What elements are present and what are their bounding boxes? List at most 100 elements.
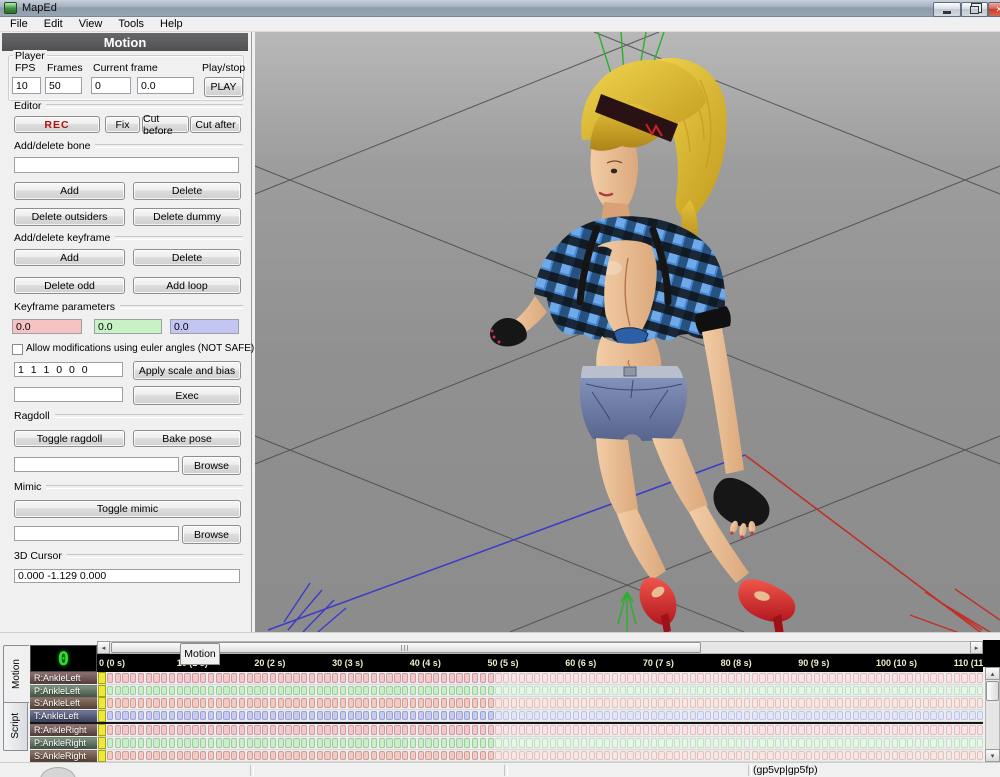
- apply-scale-bias-button[interactable]: Apply scale and bias: [133, 361, 241, 380]
- keyframe-cell[interactable]: [425, 711, 431, 721]
- keyframe-cell[interactable]: [589, 751, 595, 761]
- keyframe-cell[interactable]: [658, 725, 664, 735]
- keyframe-cell[interactable]: [231, 711, 237, 721]
- keyframe-cell[interactable]: [425, 673, 431, 683]
- keyframe-cell[interactable]: [285, 751, 291, 761]
- keyframe-cell[interactable]: [961, 751, 967, 761]
- keyframe-cell[interactable]: [946, 711, 952, 721]
- keyframe-cell[interactable]: [503, 673, 509, 683]
- keyframe-cell[interactable]: [472, 751, 478, 761]
- keyframe-cell[interactable]: [938, 725, 944, 735]
- keyframe-cell[interactable]: [674, 725, 680, 735]
- keyframe-cell[interactable]: [892, 725, 898, 735]
- keyframe-cell[interactable]: [899, 698, 905, 708]
- keyframe-cell[interactable]: [169, 686, 175, 696]
- keyframe-cell[interactable]: [690, 711, 696, 721]
- track-strip[interactable]: [97, 685, 983, 698]
- keyframe-cell[interactable]: [270, 698, 276, 708]
- keyframe-cell[interactable]: [153, 686, 159, 696]
- keyframe-cell[interactable]: [860, 686, 866, 696]
- current-frame-marker[interactable]: [98, 697, 106, 709]
- keyframe-cell[interactable]: [938, 751, 944, 761]
- keyframe-cell[interactable]: [759, 698, 765, 708]
- keyframe-cell[interactable]: [565, 698, 571, 708]
- track-label[interactable]: S:AnkleRight: [30, 750, 97, 762]
- keyframe-cell[interactable]: [728, 738, 734, 748]
- keyframe-cell[interactable]: [161, 698, 167, 708]
- keyframe-cell[interactable]: [557, 711, 563, 721]
- keyframe-cell[interactable]: [697, 725, 703, 735]
- keyframe-cell[interactable]: [216, 711, 222, 721]
- keyframe-cell[interactable]: [247, 673, 253, 683]
- keyframe-cell[interactable]: [596, 698, 602, 708]
- keyframe-cell[interactable]: [806, 698, 812, 708]
- keyframe-cell[interactable]: [526, 686, 532, 696]
- keyframe-cell[interactable]: [534, 725, 540, 735]
- keyframe-cell[interactable]: [783, 698, 789, 708]
- keyframe-cell[interactable]: [153, 738, 159, 748]
- keyframe-cell[interactable]: [231, 751, 237, 761]
- keyframe-cell[interactable]: [977, 711, 983, 721]
- fps-input[interactable]: [12, 77, 41, 94]
- keyframe-cell[interactable]: [355, 673, 361, 683]
- keyframe-cell[interactable]: [425, 698, 431, 708]
- keyframe-cell[interactable]: [317, 698, 323, 708]
- keyframe-cell[interactable]: [946, 725, 952, 735]
- keyframe-cell[interactable]: [526, 698, 532, 708]
- keyframe-cell[interactable]: [363, 751, 369, 761]
- keyframe-cell[interactable]: [627, 673, 633, 683]
- keyframe-cell[interactable]: [254, 686, 260, 696]
- keyframe-cell[interactable]: [674, 686, 680, 696]
- keyframe-cell[interactable]: [845, 686, 851, 696]
- keyframe-cell[interactable]: [620, 686, 626, 696]
- keyframe-cell[interactable]: [892, 686, 898, 696]
- keyframe-cell[interactable]: [262, 738, 268, 748]
- keyframe-cell[interactable]: [674, 698, 680, 708]
- minimize-button[interactable]: [933, 2, 961, 17]
- keyframe-cell[interactable]: [348, 686, 354, 696]
- keyframe-cell[interactable]: [736, 698, 742, 708]
- keyframe-cell[interactable]: [402, 686, 408, 696]
- keyframe-cell[interactable]: [596, 711, 602, 721]
- keyframe-cell[interactable]: [860, 698, 866, 708]
- keyframe-cell[interactable]: [130, 751, 136, 761]
- keyframe-cell[interactable]: [876, 738, 882, 748]
- keyframe-cell[interactable]: [355, 738, 361, 748]
- keyframe-cell[interactable]: [752, 698, 758, 708]
- keyframe-cell[interactable]: [519, 751, 525, 761]
- keyframe-cell[interactable]: [309, 738, 315, 748]
- keyframe-cell[interactable]: [767, 673, 773, 683]
- menu-item-view[interactable]: View: [71, 17, 111, 32]
- keyframe-cell[interactable]: [208, 725, 214, 735]
- keyframe-cell[interactable]: [177, 725, 183, 735]
- keyframe-cell[interactable]: [324, 725, 330, 735]
- keyframe-cell[interactable]: [169, 751, 175, 761]
- keyframe-cell[interactable]: [713, 673, 719, 683]
- keyframe-cell[interactable]: [923, 751, 929, 761]
- keyframe-cell[interactable]: [534, 686, 540, 696]
- keyframe-cell[interactable]: [868, 738, 874, 748]
- keyframe-cell[interactable]: [767, 738, 773, 748]
- keyframe-cell[interactable]: [892, 698, 898, 708]
- keyframe-cell[interactable]: [355, 725, 361, 735]
- keyframe-cell[interactable]: [495, 698, 501, 708]
- keyframe-cell[interactable]: [161, 725, 167, 735]
- keyframe-cell[interactable]: [223, 673, 229, 683]
- keyframe-cell[interactable]: [192, 673, 198, 683]
- keyframe-cell[interactable]: [386, 751, 392, 761]
- keyframe-cell[interactable]: [573, 711, 579, 721]
- keyframe-cell[interactable]: [309, 698, 315, 708]
- keyframe-cell[interactable]: [744, 698, 750, 708]
- keyframe-cell[interactable]: [744, 738, 750, 748]
- keyframe-cell[interactable]: [278, 725, 284, 735]
- keyframe-cell[interactable]: [223, 698, 229, 708]
- keyframe-cell[interactable]: [480, 725, 486, 735]
- keyframe-cell[interactable]: [853, 725, 859, 735]
- keyframe-cell[interactable]: [651, 686, 657, 696]
- scale-bias-input[interactable]: [14, 362, 123, 377]
- keyframe-cell[interactable]: [122, 686, 128, 696]
- keyframe-cell[interactable]: [798, 738, 804, 748]
- keyframe-cell[interactable]: [557, 698, 563, 708]
- keyframe-cell[interactable]: [348, 711, 354, 721]
- keyframe-cell[interactable]: [488, 686, 494, 696]
